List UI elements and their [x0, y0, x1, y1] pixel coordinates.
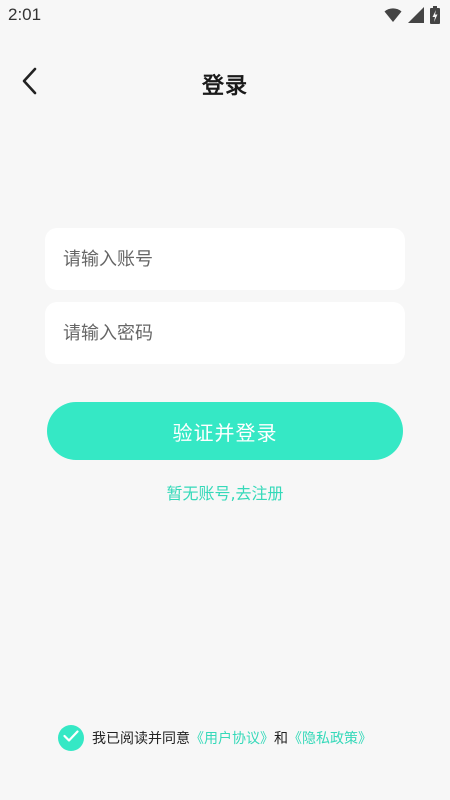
status-time: 2:01 [8, 5, 42, 24]
agreement-prefix: 我已阅读并同意 [92, 731, 190, 747]
header: 登录 [0, 58, 450, 108]
status-icons [384, 6, 440, 28]
agreement-conjunction: 和 [274, 731, 288, 747]
checkmark-icon [63, 730, 79, 746]
password-field-container [45, 302, 405, 364]
wifi-icon [384, 7, 402, 27]
agree-checkbox[interactable] [58, 725, 84, 751]
status-bar: 2:01 [0, 0, 450, 30]
register-link[interactable]: 暂无账号,去注册 [0, 480, 450, 504]
account-input[interactable] [45, 228, 405, 290]
user-agreement-link[interactable]: 《用户协议》 [190, 728, 274, 748]
login-screen: 2:01 登录 请输入账号 验证并登录 暂无账号,去注册 我已阅读并同意 《用户… [0, 0, 450, 800]
password-input[interactable] [45, 302, 405, 364]
privacy-policy-link[interactable]: 《隐私政策》 [288, 728, 372, 748]
signal-icon [408, 7, 424, 27]
account-field-container [45, 228, 405, 290]
page-title: 登录 [201, 74, 248, 99]
battery-charging-icon [430, 6, 440, 28]
agreement-row: 我已阅读并同意 《用户协议》 和 《隐私政策》 [58, 724, 372, 752]
verify-login-button[interactable]: 验证并登录 [47, 402, 403, 460]
